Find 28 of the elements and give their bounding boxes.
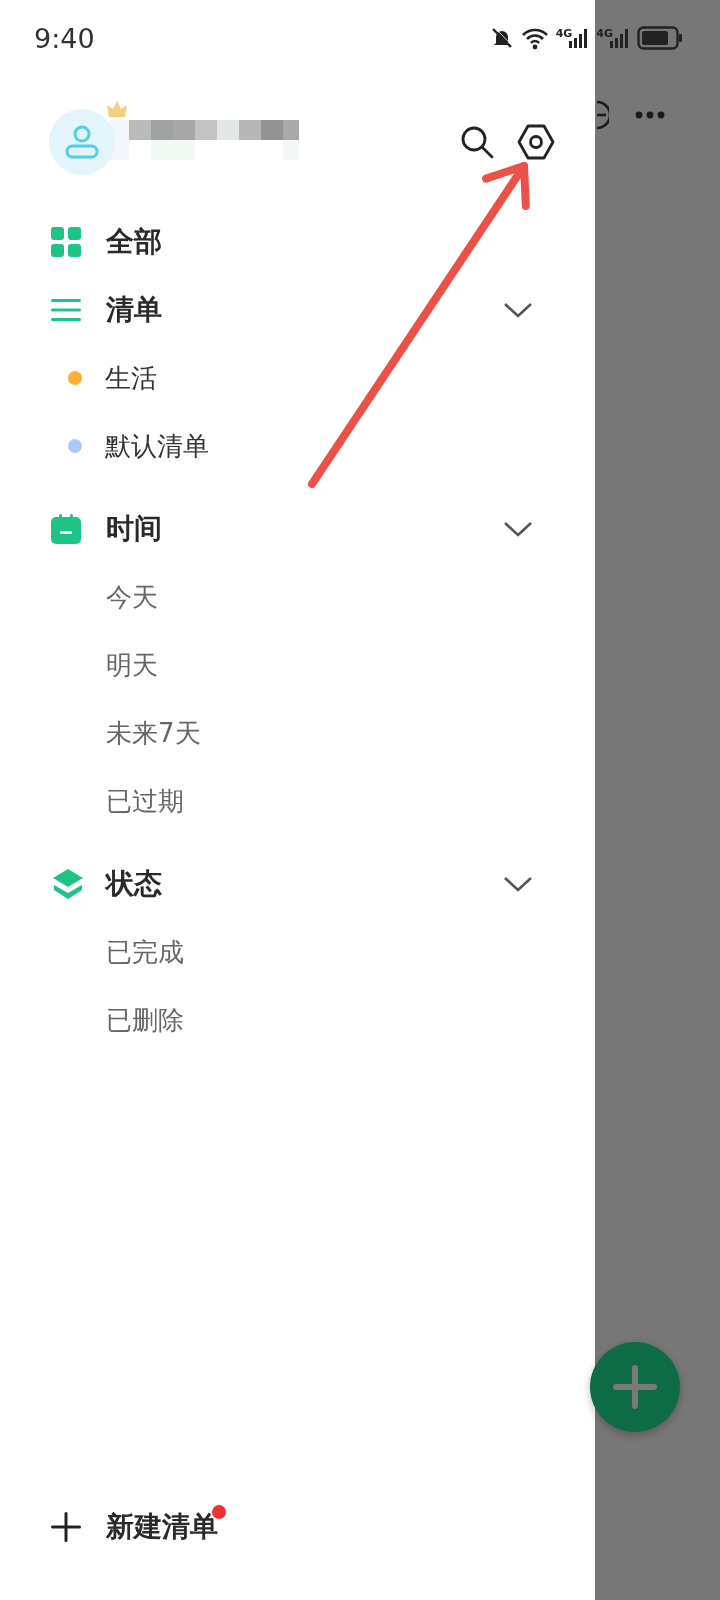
network-type-label: 4G <box>555 27 573 40</box>
sidebar-item[interactable]: 已完成 <box>0 918 595 986</box>
grid-icon <box>51 227 81 257</box>
sidebar-item[interactable]: 未来7天 <box>0 699 595 767</box>
add-button[interactable] <box>590 1342 680 1432</box>
calendar-icon <box>51 514 81 544</box>
plus-icon <box>51 1512 81 1542</box>
sidebar-item[interactable]: 生活 <box>0 344 595 412</box>
status-time: 9:40 <box>34 22 95 54</box>
sidebar-item[interactable]: 明天 <box>0 631 595 699</box>
section-header[interactable]: 时间 <box>0 495 595 563</box>
section-header[interactable]: 清单 <box>0 276 595 344</box>
layers-icon <box>51 867 85 901</box>
new-list-button[interactable]: 新建清单 <box>0 1493 228 1561</box>
sidebar-item[interactable]: 已过期 <box>0 767 595 835</box>
sidebar-item[interactable]: 已删除 <box>0 986 595 1054</box>
sidebar-item[interactable]: 默认清单 <box>0 412 595 480</box>
plus-icon <box>613 1365 657 1409</box>
search-icon[interactable] <box>459 124 495 160</box>
bell-muted-icon <box>489 26 514 50</box>
network-type-label: 4G <box>596 27 613 40</box>
more-icon[interactable] <box>635 111 665 119</box>
battery-icon <box>637 26 683 50</box>
sidebar-item[interactable]: 今天 <box>0 563 595 631</box>
section-header[interactable]: 全部 <box>0 208 595 276</box>
settings-icon[interactable] <box>517 123 555 161</box>
list-icon <box>51 298 81 322</box>
section-header[interactable]: 状态 <box>0 850 595 918</box>
